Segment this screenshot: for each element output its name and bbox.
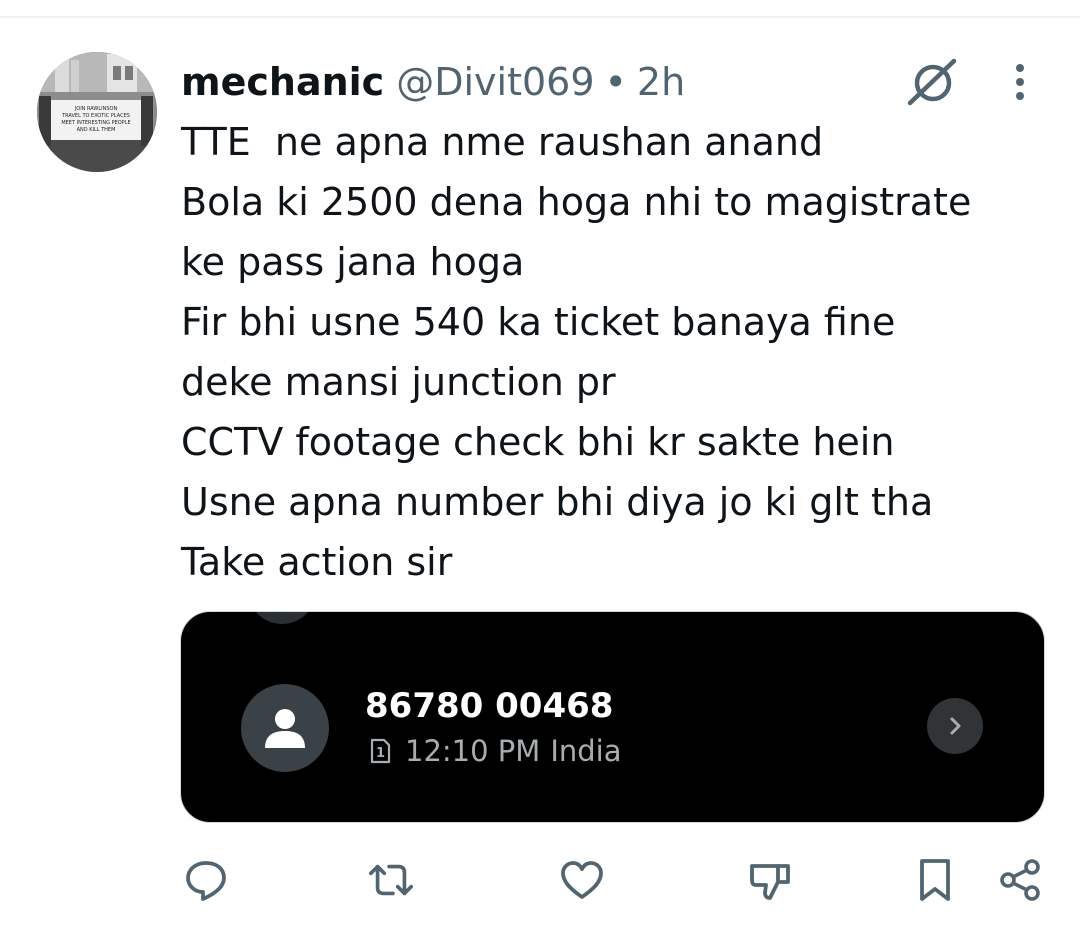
tweet-line: TTE ne apna nme raushan anand xyxy=(181,120,824,164)
like-icon[interactable] xyxy=(558,856,606,904)
tweet-line: Usne apna number bhi diya jo ki glt tha xyxy=(181,480,934,524)
tweet-line: CCTV footage check bhi kr sakte hein xyxy=(181,420,895,464)
author-name[interactable]: mechanic xyxy=(181,60,384,104)
cropped-avatar xyxy=(249,612,315,624)
tweet-line: deke mansi junction pr xyxy=(181,360,616,404)
tweet-line: Bola ki 2500 dena hoga nhi to magistrate xyxy=(181,180,972,224)
repost-icon[interactable] xyxy=(367,856,415,904)
avatar[interactable]: JOIN RAWLINSON TRAVEL TO EXOTIC PLACES M… xyxy=(37,52,157,172)
tweet-line: Fir bhi usne 540 ka ticket banaya fine xyxy=(181,300,896,344)
dislike-icon[interactable] xyxy=(746,856,794,904)
avatar-image: JOIN RAWLINSON TRAVEL TO EXOTIC PLACES M… xyxy=(37,52,157,172)
call-info: 1 12:10 PM India xyxy=(369,734,621,768)
author-handle[interactable]: @Divit069 xyxy=(396,60,594,104)
banner-line-1: JOIN RAWLINSON xyxy=(74,106,118,112)
tweet-line: Take action sir xyxy=(181,540,453,584)
call-time: 12:10 PM xyxy=(405,734,541,768)
sim-icon: 1 xyxy=(369,738,391,764)
contact-avatar xyxy=(241,684,329,772)
header-separator: • xyxy=(604,60,627,104)
chevron-right-icon xyxy=(950,717,961,735)
person-icon xyxy=(265,709,305,748)
reply-icon[interactable] xyxy=(182,856,230,904)
tweet-text: TTE ne apna nme raushan anand Bola ki 25… xyxy=(181,112,1061,592)
banner-line-2: TRAVEL TO EXOTIC PLACES xyxy=(61,113,130,119)
media-attachment[interactable]: 86780 00468 1 12:10 PM India xyxy=(180,611,1045,823)
chevron-right-button[interactable] xyxy=(927,698,983,754)
top-divider xyxy=(0,16,1080,18)
tweet-header: mechanic @Divit069 • 2h xyxy=(181,56,685,108)
phone-number: 86780 00468 xyxy=(365,686,614,726)
banner-line-4: AND KILL THEM xyxy=(77,127,116,133)
bookmark-icon[interactable] xyxy=(911,856,959,904)
grok-icon[interactable] xyxy=(904,56,960,108)
banner-line-3: MEET INTERESTING PEOPLE xyxy=(61,120,130,126)
post-time[interactable]: 2h xyxy=(637,60,685,104)
share-icon[interactable] xyxy=(996,856,1044,904)
more-vertical-icon[interactable] xyxy=(1000,56,1040,108)
tweet-line: ke pass jana hoga xyxy=(181,240,525,284)
call-location: India xyxy=(550,734,622,768)
sim-label: 1 xyxy=(376,746,385,761)
